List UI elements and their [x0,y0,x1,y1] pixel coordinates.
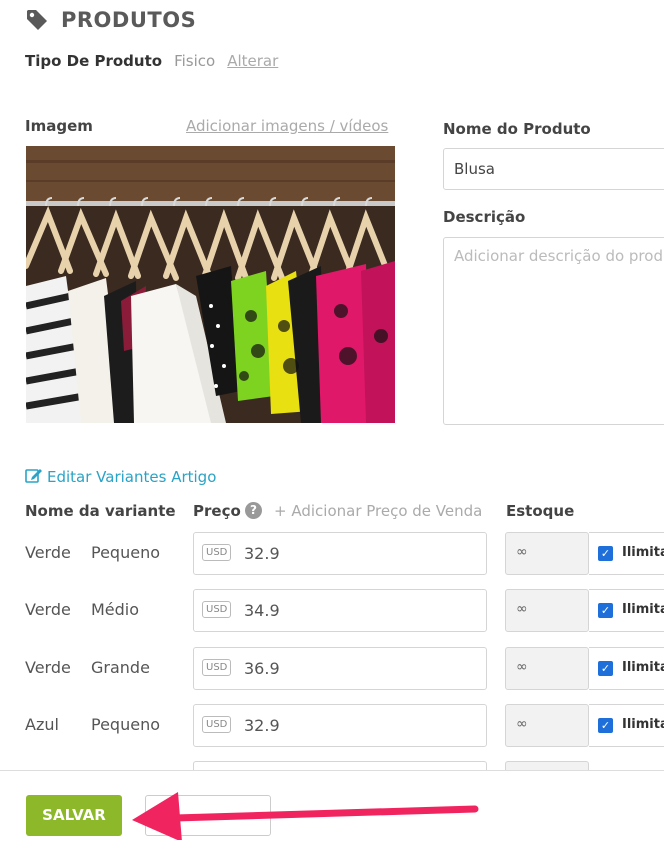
checkbox-checked-icon[interactable]: ✓ [598,603,613,618]
currency-badge: USD [202,659,232,676]
annotation-arrow [130,780,480,844]
product-type-value: Fisico [174,52,216,70]
unlimited-toggle[interactable]: ✓ Ilimitado [589,647,664,690]
infinity-icon: ∞ [516,601,528,617]
stock-input[interactable]: ∞ [505,704,589,747]
unlimited-toggle[interactable]: ✓ Ilimitado [589,704,664,747]
product-image[interactable] [26,146,395,423]
unlimited-label: Ilimitado [622,602,664,617]
variant-name-header: Nome da variante [25,502,176,520]
variant-color: Verde [25,658,71,677]
price-value: 34.9 [244,601,280,620]
price-value: 32.9 [244,716,280,735]
price-value: 36.9 [244,659,280,678]
edit-variants-link[interactable]: Editar Variantes Artigo [25,467,216,487]
unlimited-toggle[interactable]: ✓ Ilimitado [589,532,664,575]
unlimited-label: Ilimitado [622,660,664,675]
currency-badge: USD [202,601,232,618]
stock-header: Estoque [506,502,575,520]
price-value: 32.9 [244,544,280,563]
currency-badge: USD [202,716,232,733]
help-icon[interactable]: ? [245,502,262,519]
currency-badge: USD [202,544,232,561]
variant-color: Azul [25,715,59,734]
checkbox-checked-icon[interactable]: ✓ [598,661,613,676]
image-label: Imagem [25,117,93,135]
price-input[interactable]: USD 34.9 [193,589,487,632]
infinity-icon: ∞ [516,716,528,732]
save-button[interactable]: SALVAR [26,795,122,836]
unlimited-toggle[interactable]: ✓ Ilimitado [589,589,664,632]
add-sale-price-link[interactable]: + Adicionar Preço de Venda [274,502,482,520]
infinity-icon: ∞ [516,659,528,675]
stock-input[interactable]: ∞ [505,589,589,632]
variant-color: Verde [25,543,71,562]
variant-size: Pequeno [91,715,160,734]
description-label: Descrição [443,208,526,226]
product-type-label: Tipo De Produto [25,52,163,70]
page-header: PRODUTOS [25,8,196,32]
checkbox-checked-icon[interactable]: ✓ [598,546,613,561]
add-media-link[interactable]: Adicionar imagens / vídeos [186,117,388,135]
change-type-link[interactable]: Alterar [227,52,278,70]
checkbox-checked-icon[interactable]: ✓ [598,718,613,733]
unlimited-label: Ilimitado [622,545,664,560]
description-textarea[interactable]: Adicionar descrição do produto [443,237,664,425]
tag-icon [25,8,49,32]
product-name-input[interactable]: Blusa [443,148,664,190]
variant-size: Pequeno [91,543,160,562]
stock-input[interactable]: ∞ [505,647,589,690]
price-input[interactable]: USD 32.9 [193,704,487,747]
variant-size: Médio [91,600,140,619]
product-name-label: Nome do Produto [443,120,591,138]
variant-color: Verde [25,600,71,619]
variant-size: Grande [91,658,150,677]
price-input[interactable]: USD 32.9 [193,532,487,575]
page-title: PRODUTOS [61,8,197,32]
infinity-icon: ∞ [516,544,528,560]
edit-variants-label: Editar Variantes Artigo [47,468,217,486]
price-input[interactable]: USD 36.9 [193,647,487,690]
price-header: Preço [193,502,241,520]
unlimited-label: Ilimitado [622,717,664,732]
product-type-row: Tipo De Produto Fisico Alterar [25,52,278,70]
stock-input[interactable]: ∞ [505,532,589,575]
edit-icon [25,467,43,487]
